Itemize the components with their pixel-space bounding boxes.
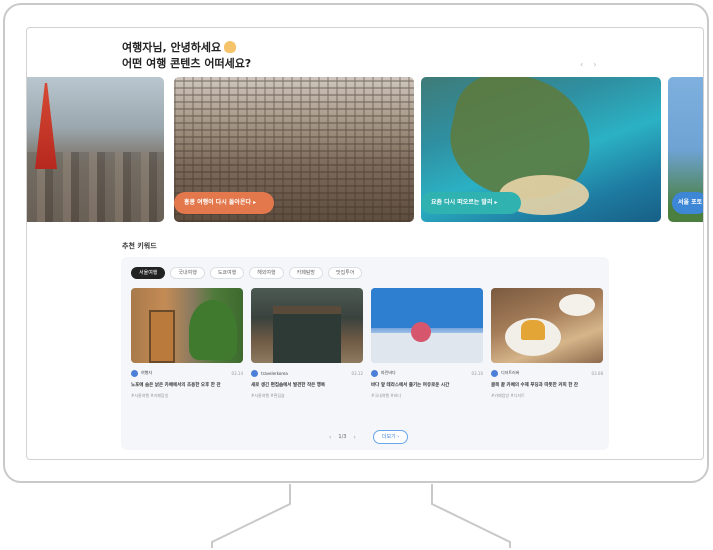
content-card[interactable]: 파란바다 03.10 바다 앞 테라스에서 즐기는 여유로운 시간 #국내여행 … [371,288,483,399]
hero-card-label[interactable]: 요즘 다시 떠오르는 발리 ▸ [421,192,521,214]
chevron-left-icon[interactable]: ‹ [329,434,331,441]
card-date: 03.14 [231,370,243,376]
avatar-icon [251,369,258,377]
greeting: 여행자님, 안녕하세요 어떤 여행 콘텐츠 어떠세요? [122,40,251,72]
hero-card-bali[interactable]: 요즘 다시 떠오르는 발리 ▸ [421,77,661,222]
hero-card-tokyo[interactable] [27,77,164,222]
chip-keyword[interactable]: 국내여행 [170,267,205,279]
chevron-left-icon[interactable]: ‹ [580,60,583,69]
hero-card-seoul[interactable]: 서울 포토 [668,77,703,222]
content-cards: 여행자 03.14 노포에 숨은 낡은 카페에서의 조용한 오후 한 잔 #서울… [131,288,603,399]
chip-keyword[interactable]: 카페탐방 [288,267,324,279]
card-author: 디저트러버 [501,370,520,375]
section-title: 추천 키워드 [122,242,157,250]
content-card[interactable]: 여행자 03.14 노포에 숨은 낡은 카페에서의 조용한 오후 한 잔 #서울… [131,288,243,399]
chevron-right-icon[interactable]: › [353,434,355,441]
chevron-right-icon[interactable]: › [593,60,596,69]
card-tags: #국내여행 #바다 [371,393,402,398]
page-number: 1/3 [338,434,347,440]
card-date: 03.12 [351,370,363,376]
website-screen: 여행자님, 안녕하세요 어떤 여행 콘텐츠 어떠세요? ‹ › 홍콩 여행이 다… [26,27,704,460]
avatar-icon [131,369,138,377]
stand-right-edge [431,484,511,548]
keyword-chips: 서울여행 국내여행 도쿄여행 해외여행 카페탐방 맛집투어 [131,267,363,279]
card-tags: #서울여행 #편집숍 [251,393,285,398]
chip-keyword[interactable]: 해외여행 [249,267,284,279]
sea-image [371,288,483,328]
more-button[interactable]: 더보기 › [372,430,409,444]
stand-left-edge [211,484,291,548]
card-thumbnail[interactable] [251,288,363,363]
monitor-frame: 여행자님, 안녕하세요 어떤 여행 콘텐츠 어떠세요? ‹ › 홍콩 여행이 다… [3,3,709,483]
card-thumbnail[interactable] [131,288,243,363]
door-image [149,310,175,363]
pudding-image [521,320,545,340]
avatar-icon [371,369,378,377]
drink-image [411,322,431,342]
monitor-mockup: 여행자님, 안녕하세요 어떤 여행 콘텐츠 어떠세요? ‹ › 홍콩 여행이 다… [0,0,713,550]
wave-hand-icon [224,41,237,53]
hero-carousel-nav: ‹ › [580,60,596,69]
card-title[interactable]: 새로 생긴 편집숍에서 발견한 작은 행복 [251,382,363,389]
card-tags: #카페탐방 #디저트 [491,393,525,398]
card-date: 03.10 [471,370,483,376]
card-thumbnail[interactable] [371,288,483,363]
recommended-panel: 서울여행 국내여행 도쿄여행 해외여행 카페탐방 맛집투어 여행자 03.14 … [121,257,609,450]
content-card[interactable]: travelerkorea 03.12 새로 생긴 편집숍에서 발견한 작은 행… [251,288,363,399]
card-tags: #서울여행 #카페탐방 [131,393,169,398]
hero-card-label[interactable]: 서울 포토 [672,192,703,214]
pagination: ‹ 1/3 › 더보기 › [329,430,409,444]
content-card[interactable]: 디저트러버 03.08 골목 끝 카페의 수제 푸딩과 따뜻한 커피 한 잔 #… [491,288,603,399]
card-title[interactable]: 바다 앞 테라스에서 즐기는 여유로운 시간 [371,382,483,389]
hero-card-label[interactable]: 홍콩 여행이 다시 돌아온다 ▸ [174,192,274,214]
chip-keyword[interactable]: 맛집투어 [328,267,363,279]
coffee-cup-image [559,294,595,316]
shopfront-image [273,306,341,363]
card-title[interactable]: 노포에 숨은 낡은 카페에서의 조용한 오후 한 잔 [131,382,243,389]
avatar-icon [491,369,498,377]
chip-keyword[interactable]: 도쿄여행 [209,267,245,279]
greeting-line-1: 여행자님, 안녕하세요 [122,41,222,54]
card-date: 03.08 [591,370,603,376]
monitor-stand [211,484,511,548]
card-title[interactable]: 골목 끝 카페의 수제 푸딩과 따뜻한 커피 한 잔 [491,382,603,389]
card-author: travelerkorea [261,370,288,376]
hero-card-hongkong[interactable]: 홍콩 여행이 다시 돌아온다 ▸ [174,77,414,222]
card-author: 여행자 [141,370,153,375]
greeting-line-2: 어떤 여행 콘텐츠 어떠세요? [122,57,252,70]
card-thumbnail[interactable] [491,288,603,363]
hero-carousel: 홍콩 여행이 다시 돌아온다 ▸ 요즘 다시 떠오르는 발리 ▸ 서울 포토 [27,77,703,222]
card-author: 파란바다 [381,370,396,375]
chip-keyword[interactable]: 서울여행 [131,267,166,279]
tokyo-tower-image [35,83,57,169]
tree-image [189,300,237,360]
